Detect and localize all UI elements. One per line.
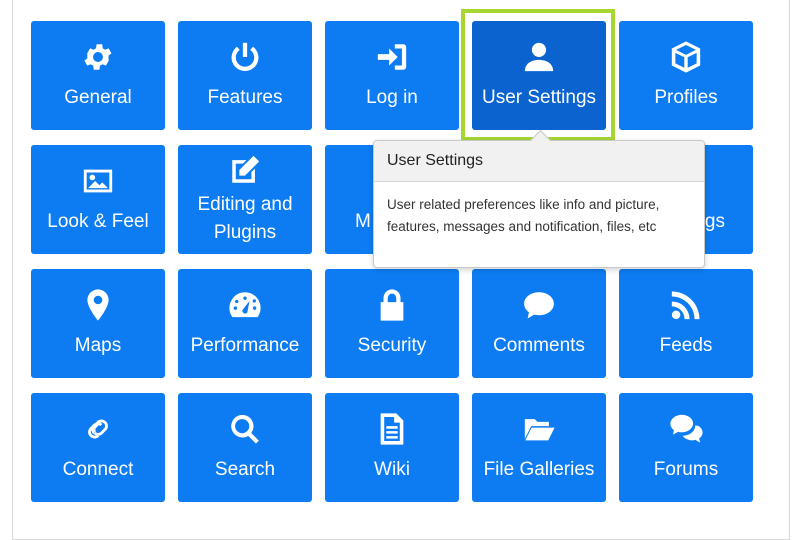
tile-label: Connect: [62, 459, 134, 480]
tile-label: File Galleries: [483, 459, 595, 480]
tile-label: Profiles: [654, 87, 718, 108]
tile-label: Look & Feel: [47, 211, 149, 232]
tile-editing-and-plugins[interactable]: Editing and Plugins: [178, 145, 312, 254]
tile-label: Feeds: [659, 335, 713, 356]
tile-label: Security: [357, 335, 427, 356]
tile-label: Comments: [493, 335, 585, 356]
cube-icon: [669, 40, 703, 74]
hidden-icon: [719, 164, 753, 198]
gauge-icon: [228, 288, 262, 322]
tile-label: User Settings: [481, 87, 597, 108]
lock-icon: [375, 288, 409, 322]
tooltip-title: User Settings: [374, 141, 704, 182]
tile-label: Wiki: [374, 459, 410, 480]
link-icon: [81, 412, 115, 446]
comment-icon: [522, 288, 556, 322]
tile-label: Forums: [653, 459, 719, 480]
hidden-icon: [325, 164, 359, 198]
tile-performance[interactable]: Performance: [178, 269, 312, 378]
tooltip-body: User related preferences like info and p…: [387, 197, 660, 234]
file-text-icon: [375, 412, 409, 446]
folder-open-icon: [522, 412, 556, 446]
tile-wiki[interactable]: Wiki: [325, 393, 459, 502]
sign-in-icon: [375, 40, 409, 74]
tile-profiles[interactable]: Profiles: [619, 21, 753, 130]
tile-label: Features: [207, 87, 283, 108]
search-icon: [228, 412, 262, 446]
tile-label: Log in: [366, 87, 418, 108]
tile-feeds[interactable]: Feeds: [619, 269, 753, 378]
tile-label: Performance: [190, 335, 300, 356]
tile-connect[interactable]: Connect: [31, 393, 165, 502]
tile-label: General: [64, 87, 132, 108]
tile-comments[interactable]: Comments: [472, 269, 606, 378]
tile-label: Editing and Plugins: [197, 193, 293, 243]
power-icon: [228, 40, 262, 74]
tile-label: M: [355, 211, 371, 232]
gear-icon: [81, 40, 115, 74]
user-settings-tooltip: User Settings User related preferences l…: [373, 129, 705, 268]
tile-maps[interactable]: Maps: [31, 269, 165, 378]
tile-general[interactable]: General: [31, 21, 165, 130]
edit-icon: [228, 153, 262, 187]
map-marker-icon: [81, 288, 115, 322]
rss-icon: [669, 288, 703, 322]
tile-user-settings[interactable]: User Settings: [472, 21, 606, 130]
tile-search[interactable]: Search: [178, 393, 312, 502]
tile-label: Maps: [74, 335, 122, 356]
image-icon: [81, 164, 115, 198]
tile-features[interactable]: Features: [178, 21, 312, 130]
tile-file-galleries[interactable]: File Galleries: [472, 393, 606, 502]
tile-forums[interactable]: Forums: [619, 393, 753, 502]
tile-look-and-feel[interactable]: Look & Feel: [31, 145, 165, 254]
tile-label: Search: [214, 459, 276, 480]
user-icon: [522, 40, 556, 74]
comments-icon: [669, 412, 703, 446]
tile-security[interactable]: Security: [325, 269, 459, 378]
tile-log-in[interactable]: Log in: [325, 21, 459, 130]
